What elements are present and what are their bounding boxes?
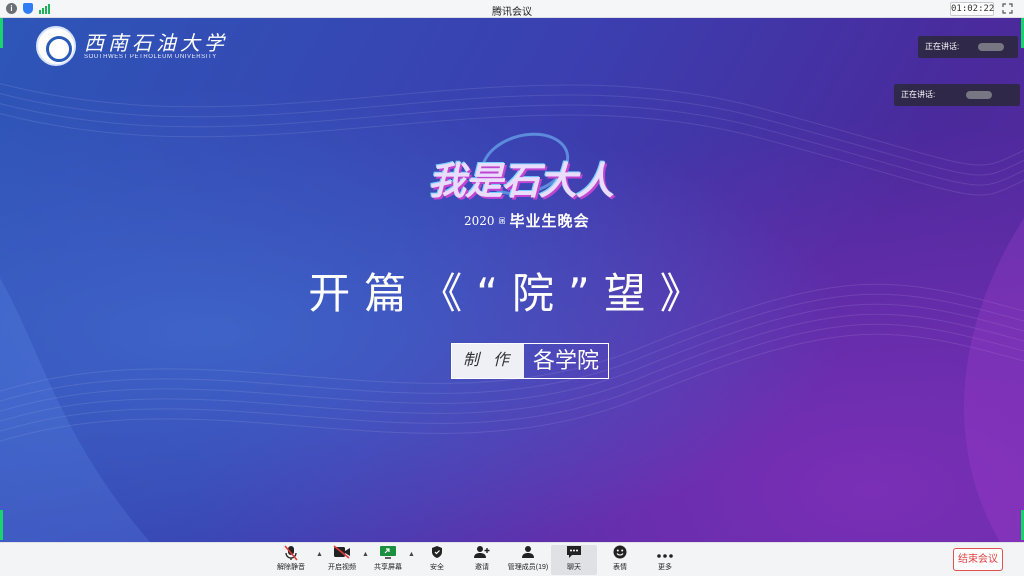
credit-label: 制作 xyxy=(452,344,524,378)
speaking-indicator: 正在讲话: xyxy=(918,36,1018,58)
credit-box: 制作 各学院 xyxy=(451,343,609,379)
event-logo: 我是石大人 2020 届 毕业生晚会 xyxy=(420,123,640,242)
members-icon xyxy=(505,545,551,563)
chat-button[interactable]: 聊天 xyxy=(551,545,597,575)
title-bar: i 腾讯会议 01:02:22 xyxy=(0,0,1024,18)
emoji-icon xyxy=(597,545,643,563)
program-headline: 开篇《“院”望》 xyxy=(308,269,716,318)
frame-marker xyxy=(0,510,3,540)
window-title: 腾讯会议 xyxy=(492,7,532,18)
speaking-indicator: 正在讲话: xyxy=(894,84,1020,106)
university-name-en: SOUTHWEST PETROLEUM UNIVERSITY xyxy=(84,54,217,60)
meeting-timer: 01:02:22 xyxy=(950,2,995,16)
mic-muted-icon xyxy=(268,545,314,563)
shield-icon xyxy=(414,545,460,563)
meeting-toolbar: 解除静音 ▲ 开启视频 ▲ 共享屏幕 ▲ 安全 邀请 管理成员(19) 聊天 表… xyxy=(0,542,1024,576)
event-year: 2020 xyxy=(464,213,495,228)
invite-icon xyxy=(459,545,505,563)
reactions-button[interactable]: 表情 xyxy=(597,545,643,575)
frame-marker xyxy=(0,18,3,48)
credit-value: 各学院 xyxy=(532,348,599,373)
chat-icon xyxy=(551,545,597,563)
event-edition: 届 xyxy=(498,217,506,225)
event-main-title: 我是石大人 xyxy=(428,159,614,203)
university-logo: 西南石油大学 SOUTHWEST PETROLEUM UNIVERSITY xyxy=(36,26,228,66)
fullscreen-icon[interactable] xyxy=(1002,3,1013,14)
event-name: 毕业生晚会 xyxy=(509,213,590,230)
more-icon xyxy=(642,545,688,563)
speaker-name-redacted xyxy=(978,43,1004,51)
camera-off-icon xyxy=(319,545,365,563)
university-name-cn: 西南石油大学 xyxy=(84,31,228,55)
screen-share-icon xyxy=(365,545,411,563)
manage-members-button[interactable]: 管理成员(19) xyxy=(505,545,551,575)
shared-screen: 西南石油大学 SOUTHWEST PETROLEUM UNIVERSITY 正在… xyxy=(0,18,1024,542)
end-meeting-button[interactable]: 结束会议 xyxy=(953,548,1003,571)
start-video-button[interactable]: 开启视频 xyxy=(319,545,365,575)
share-screen-button[interactable]: 共享屏幕 xyxy=(365,545,411,575)
security-button[interactable]: 安全 xyxy=(414,545,460,575)
unmute-button[interactable]: 解除静音 xyxy=(268,545,314,575)
university-seal-icon xyxy=(36,26,76,66)
invite-button[interactable]: 邀请 xyxy=(459,545,505,575)
speaker-name-redacted xyxy=(966,91,992,99)
more-button[interactable]: 更多 xyxy=(642,545,688,575)
